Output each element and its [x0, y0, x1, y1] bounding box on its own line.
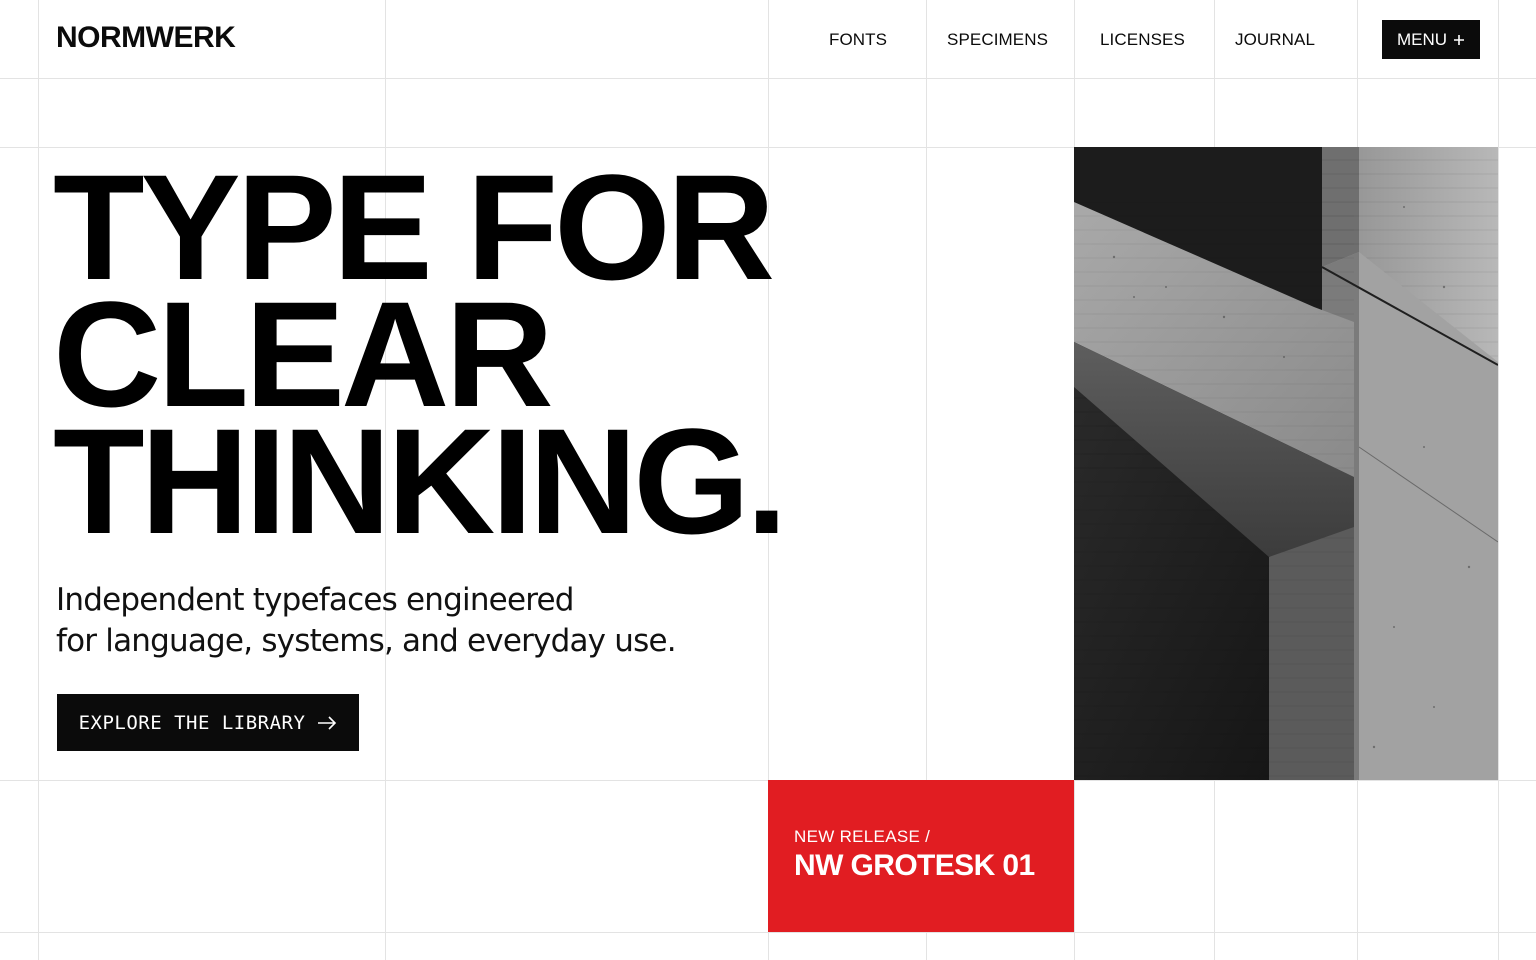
release-eyebrow: NEW RELEASE / [794, 827, 931, 846]
plus-icon [1454, 34, 1465, 45]
menu-button-label: MENU [1396, 29, 1448, 49]
grid-line [0, 78, 1536, 79]
hero-headline: TYPE FOR CLEAR THINKING. [53, 152, 788, 565]
concrete-building-illustration [1074, 147, 1498, 780]
architecture-photo [1074, 147, 1498, 780]
nav-item-licenses[interactable]: LICENSES [1100, 29, 1185, 51]
headline-line: THINKING. [53, 397, 788, 565]
grid-line [1498, 0, 1499, 960]
subtext-line: Independent typefaces engineered [56, 582, 574, 618]
grid-line [38, 0, 39, 960]
cta-label: EXPLORE THE LIBRARY [78, 711, 306, 734]
hero-subtext: Independent typefaces engineered for lan… [56, 580, 677, 662]
brand-logo[interactable]: NORMWERK [56, 20, 236, 56]
release-title: NW GROTESK 01 [794, 849, 1035, 882]
menu-button[interactable]: MENU [1382, 20, 1480, 59]
nav-item-fonts[interactable]: FONTS [829, 29, 887, 51]
nav-item-journal[interactable]: JOURNAL [1235, 29, 1315, 51]
grid-line [0, 932, 1536, 933]
nav-item-specimens[interactable]: SPECIMENS [947, 29, 1048, 51]
subtext-line: for language, systems, and everyday use. [56, 623, 677, 659]
new-release-card[interactable]: NEW RELEASE / NW GROTESK 01 [768, 780, 1074, 932]
explore-library-button[interactable]: EXPLORE THE LIBRARY [57, 694, 359, 751]
arrow-right-icon [318, 715, 337, 730]
